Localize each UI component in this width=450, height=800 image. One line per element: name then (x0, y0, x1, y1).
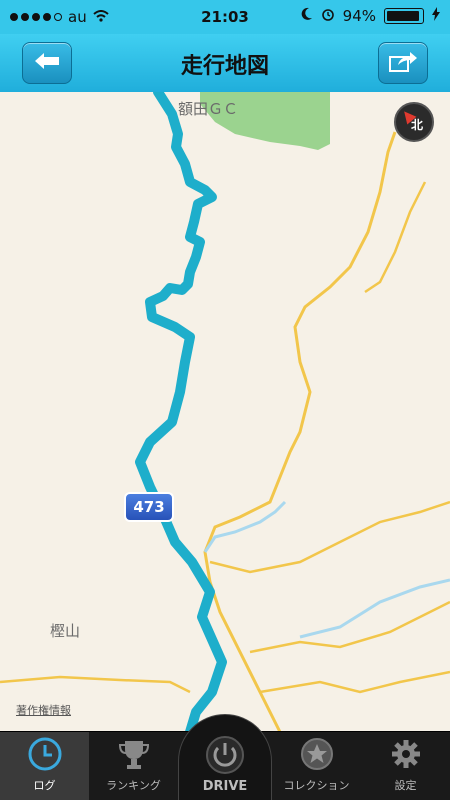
tab-settings-label: 設定 (394, 779, 417, 792)
share-arrow-icon (388, 49, 418, 77)
route-shield: 473 (124, 492, 174, 522)
trophy-icon (117, 737, 151, 774)
golf-course-label: 額田ＧＣ (178, 100, 239, 118)
gear-icon (389, 737, 423, 774)
battery-percent: 94% (342, 7, 376, 25)
drive-route (135, 92, 227, 732)
attribution-link[interactable]: 著作権情報 (16, 702, 71, 718)
share-button[interactable] (378, 42, 428, 84)
tab-settings[interactable]: 設定 (361, 732, 450, 800)
compass-button[interactable]: 北 (394, 102, 434, 142)
battery-icon (384, 8, 424, 24)
road-town-2 (259, 670, 450, 694)
road-town (249, 600, 450, 654)
tab-log-label: ログ (33, 779, 56, 792)
mountain-label: 樫山 (50, 622, 81, 640)
nav-bar: 走行地図 (0, 34, 450, 93)
compass-north-label: 北 (410, 117, 423, 132)
charging-icon (432, 7, 440, 25)
tab-log[interactable]: ログ (0, 732, 89, 800)
map-view[interactable]: 額田ＧＣ 樫山 北 473 著作権情報 (0, 92, 450, 732)
tab-collection-label: コレクション (283, 779, 350, 792)
status-right: 94% (301, 7, 440, 25)
tab-ranking[interactable]: ランキング (89, 732, 178, 800)
road-east-2 (364, 181, 427, 294)
alarm-icon (321, 7, 335, 25)
tab-ranking-label: ランキング (106, 779, 161, 792)
tab-bar: ログ ランキング DRIVE コレクション 設定 (0, 714, 450, 800)
status-bar: au 21:03 94% (0, 0, 450, 34)
drive-label: DRIVE (202, 779, 248, 794)
clock-icon (28, 737, 62, 774)
moon-icon (301, 7, 313, 25)
drive-button[interactable]: DRIVE (178, 714, 272, 800)
star-icon (300, 737, 334, 774)
road-south (0, 675, 191, 694)
river-2 (299, 578, 450, 639)
tab-collection[interactable]: コレクション (272, 732, 361, 800)
power-icon (205, 735, 245, 779)
